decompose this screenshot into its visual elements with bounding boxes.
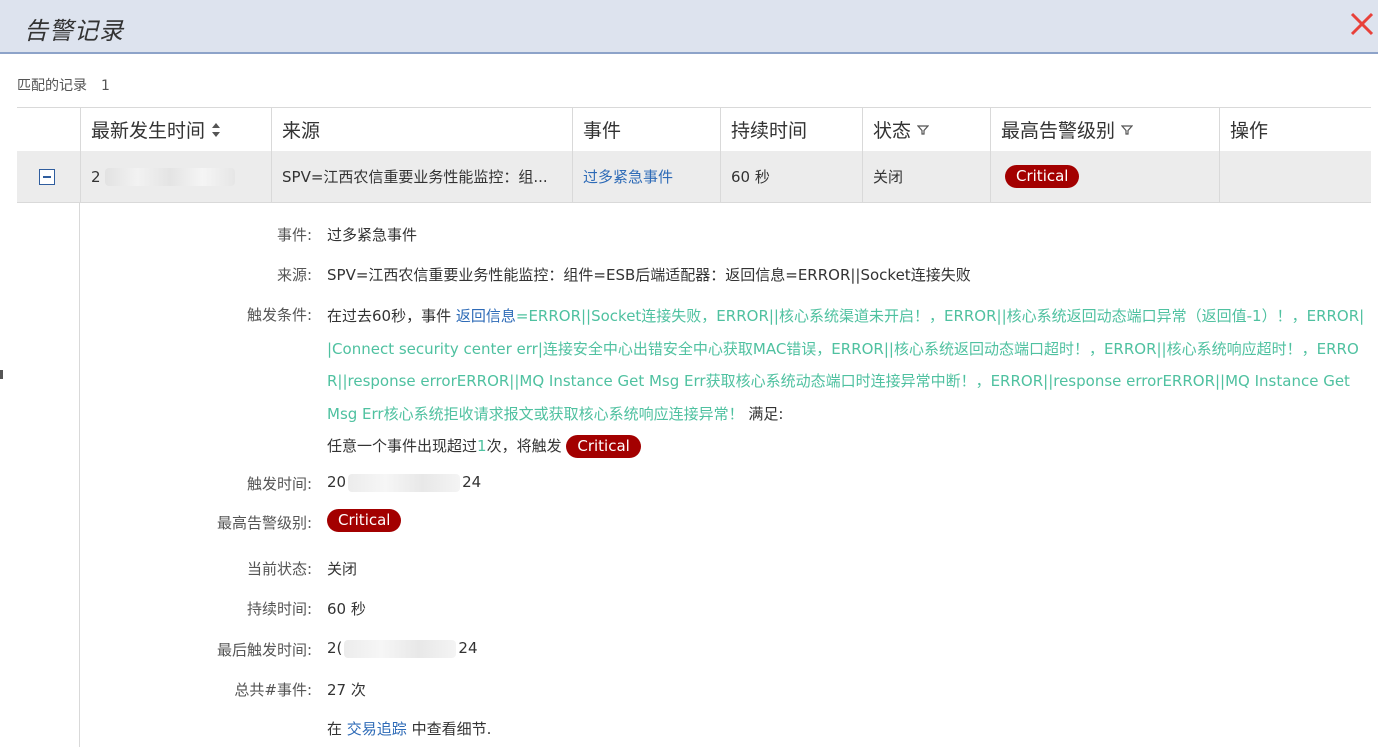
matched-records-label: 匹配的记录: [17, 78, 87, 94]
detail-max-level-label: 最高告警级别:: [216, 514, 312, 532]
header-source[interactable]: 来源: [271, 108, 572, 151]
row-duration: 60 秒: [720, 151, 862, 202]
trigger-time-prefix: 20: [327, 473, 347, 491]
header-time-label: 最新发生时间: [91, 120, 206, 142]
condition-rule-n: 1: [477, 437, 487, 455]
close-icon[interactable]: [1348, 10, 1376, 38]
header-level-label: 最高告警级别: [1001, 120, 1116, 142]
row-status-text: 关闭: [873, 168, 904, 186]
filter-icon[interactable]: [1121, 124, 1134, 136]
detail-trace: 在 交易追踪 中查看细节.: [327, 718, 491, 739]
header-event[interactable]: 事件: [572, 108, 720, 151]
header-duration[interactable]: 持续时间: [720, 108, 862, 151]
table-header: 最新发生时间 来源 事件 持续时间 状态 最高告警级别 操作: [17, 107, 1371, 152]
detail-event-value: 过多紧急事件: [327, 226, 418, 244]
critical-badge: Critical: [566, 435, 641, 458]
detail-last-trigger-label: 最后触发时间:: [216, 641, 312, 659]
detail-state-label: 当前状态:: [246, 560, 312, 578]
row-status: 关闭: [862, 151, 990, 202]
detail-trigger-time: 20 24: [327, 473, 481, 492]
header-expand: [17, 108, 80, 151]
detail-trigger-time-label: 触发时间:: [246, 475, 312, 493]
row-action: [1219, 151, 1371, 202]
header-status-label: 状态: [873, 120, 912, 142]
matched-records-count: 1: [101, 78, 110, 94]
header-time[interactable]: 最新发生时间: [80, 108, 271, 151]
detail-last-trigger: 2( 24: [327, 639, 478, 658]
condition-suffix: 满足:: [743, 404, 784, 423]
header-action: 操作: [1219, 108, 1371, 151]
detail-source-value: SPV=江西农信重要业务性能监控：组件=ESB后端适配器：返回信息=ERROR|…: [327, 266, 971, 284]
row-expand-cell: [17, 151, 80, 202]
row-level: Critical: [990, 151, 1219, 202]
critical-badge: Critical: [327, 509, 402, 532]
detail-max-level: Critical: [327, 509, 402, 532]
trace-suffix: 中查看细节.: [406, 720, 492, 738]
last-trigger-suffix: 24: [458, 639, 478, 657]
header-source-label: 来源: [282, 120, 321, 142]
table-row[interactable]: 2 SPV=江西农信重要业务性能监控：组... 过多紧急事件 60 秒 关闭 C…: [17, 151, 1371, 203]
matched-records: 匹配的记录 1: [17, 75, 110, 95]
dialog-titlebar: 告警记录: [0, 0, 1378, 54]
detail-condition-label: 触发条件:: [246, 306, 312, 324]
dialog-title: 告警记录: [24, 17, 124, 45]
detail-total-label: 总共#事件:: [234, 681, 312, 699]
sort-icon[interactable]: [211, 122, 221, 138]
row-source: SPV=江西农信重要业务性能监控：组...: [271, 151, 572, 202]
trace-prefix: 在: [327, 720, 347, 738]
header-duration-label: 持续时间: [731, 120, 808, 142]
header-status[interactable]: 状态: [862, 108, 990, 151]
header-action-label: 操作: [1230, 120, 1269, 142]
trace-link[interactable]: 交易追踪: [347, 720, 407, 738]
header-level[interactable]: 最高告警级别: [990, 108, 1219, 151]
detail-divider: [79, 202, 80, 747]
row-duration-text: 60 秒: [731, 168, 770, 186]
detail-condition: 在过去60秒，事件 返回信息=ERROR||Socket连接失败，ERROR||…: [327, 300, 1367, 463]
header-event-label: 事件: [583, 120, 622, 142]
row-time-prefix: 2: [91, 167, 101, 186]
trigger-time-suffix: 24: [462, 473, 482, 491]
row-source-text: SPV=江西农信重要业务性能监控：组...: [282, 168, 548, 186]
edge-marker: [0, 370, 3, 379]
condition-prefix: 在过去60秒，事件: [327, 307, 456, 325]
condition-rule-a: 任意一个事件出现超过: [327, 437, 478, 455]
redacted-time: [348, 473, 461, 492]
filter-icon[interactable]: [917, 124, 930, 136]
critical-badge: Critical: [1005, 165, 1080, 188]
detail-event-label: 事件:: [276, 226, 312, 244]
collapse-icon[interactable]: [39, 168, 55, 185]
detail-duration-label: 持续时间:: [246, 600, 312, 618]
condition-link[interactable]: 返回信息: [456, 307, 516, 325]
redacted-time: [104, 167, 235, 186]
detail-total-value: 27 次: [327, 681, 366, 699]
row-event[interactable]: 过多紧急事件: [572, 151, 720, 202]
detail-source-label: 来源:: [276, 266, 312, 284]
row-event-link[interactable]: 过多紧急事件: [583, 166, 673, 187]
redacted-time: [344, 639, 457, 658]
row-time: 2: [80, 151, 271, 202]
condition-rule-b: 次，将触发: [486, 437, 567, 455]
detail-state-value: 关闭: [327, 560, 358, 578]
detail-duration-value: 60 秒: [327, 600, 366, 618]
last-trigger-prefix: 2(: [327, 639, 343, 657]
